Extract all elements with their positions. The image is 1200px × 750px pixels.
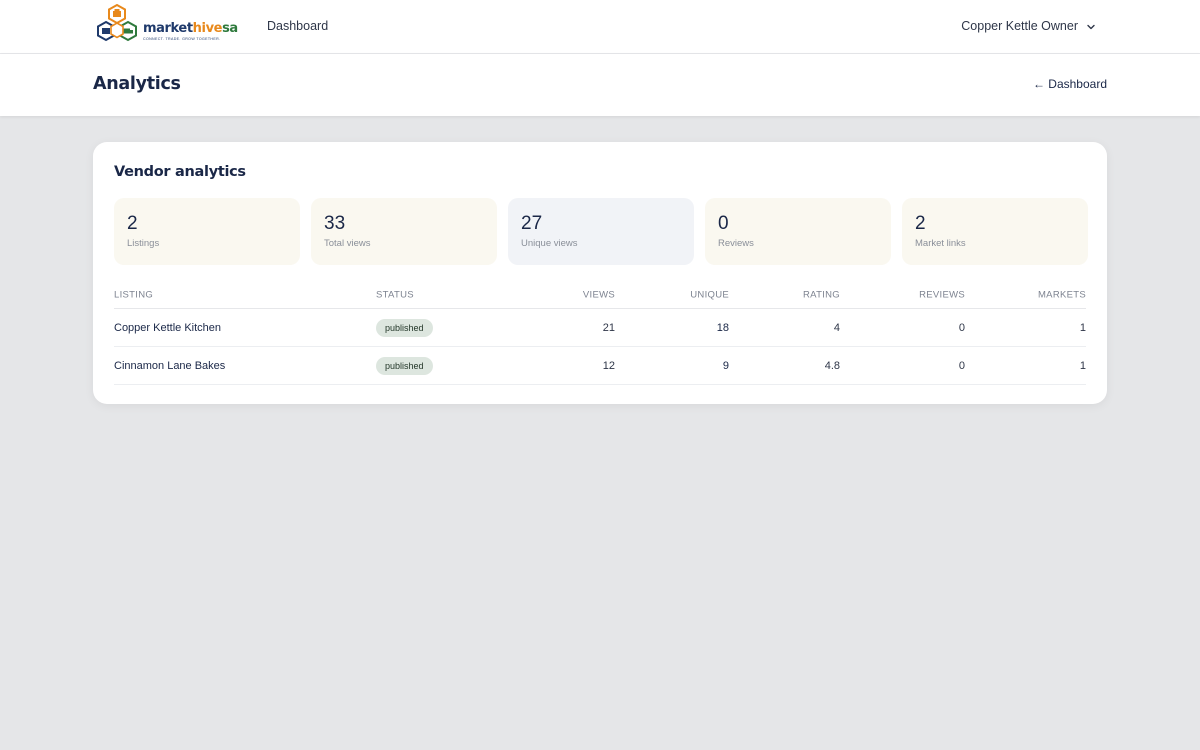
stat-value: 0 bbox=[718, 213, 729, 234]
reviews-cell: 0 bbox=[958, 321, 965, 334]
stat-listings: 2 Listings bbox=[114, 198, 300, 265]
page-header: Analytics ← Dashboard bbox=[0, 54, 1200, 116]
chevron-down-icon bbox=[1086, 21, 1096, 31]
unique-cell: 18 bbox=[716, 321, 729, 334]
brand-logo[interactable]: markethivesa CONNECT. TRADE. GROW TOGETH… bbox=[95, 3, 238, 48]
stat-value: 2 bbox=[915, 213, 926, 234]
stat-unique-views: 27 Unique views bbox=[508, 198, 694, 265]
stat-value: 2 bbox=[127, 213, 138, 234]
nav-dashboard-link[interactable]: Dashboard bbox=[267, 19, 328, 33]
views-cell: 21 bbox=[602, 321, 615, 334]
listing-name: Cinnamon Lane Bakes bbox=[114, 359, 226, 372]
stat-reviews: 0 Reviews bbox=[705, 198, 891, 265]
header-views: VIEWS bbox=[582, 289, 615, 301]
header-reviews: REVIEWS bbox=[919, 289, 965, 301]
brand-tagline: CONNECT. TRADE. GROW TOGETHER. bbox=[143, 37, 221, 41]
brand-word-market: market bbox=[143, 21, 193, 36]
unique-cell: 9 bbox=[722, 359, 729, 372]
views-cell: 12 bbox=[602, 359, 615, 372]
hive-logo-icon bbox=[95, 3, 141, 48]
reviews-cell: 0 bbox=[958, 359, 965, 372]
listings-table: LISTING STATUS VIEWS UNIQUE RATING REVIE… bbox=[114, 282, 1086, 385]
header-status: STATUS bbox=[376, 289, 414, 301]
user-name: Copper Kettle Owner bbox=[961, 19, 1078, 33]
user-menu[interactable]: Copper Kettle Owner bbox=[961, 19, 1096, 33]
table-row: Copper Kettle Kitchen published 21 18 4 … bbox=[114, 309, 1086, 347]
listing-name: Copper Kettle Kitchen bbox=[114, 321, 222, 334]
card-title: Vendor analytics bbox=[114, 164, 246, 180]
stat-market-links: 2 Market links bbox=[902, 198, 1088, 265]
brand-word-hive: hive bbox=[192, 21, 223, 36]
stats-row: 2 Listings 33 Total views 27 Unique view… bbox=[114, 198, 1088, 265]
vendor-analytics-card: Vendor analytics 2 Listings 33 Total vie… bbox=[93, 142, 1107, 404]
brand-wordmark: markethivesa bbox=[143, 22, 238, 36]
stat-label: Listings bbox=[127, 238, 160, 249]
markets-cell: 1 bbox=[1079, 359, 1086, 372]
stat-label: Market links bbox=[915, 238, 966, 249]
header-unique: UNIQUE bbox=[690, 289, 729, 301]
back-to-dashboard-link[interactable]: ← Dashboard bbox=[1033, 77, 1107, 91]
header-listing: LISTING bbox=[114, 289, 154, 301]
markets-cell: 1 bbox=[1079, 321, 1086, 334]
brand-word-sa: sa bbox=[222, 21, 238, 36]
stat-value: 27 bbox=[521, 213, 543, 234]
stat-label: Total views bbox=[324, 238, 371, 249]
rating-cell: 4.8 bbox=[824, 359, 840, 372]
top-navbar: markethivesa CONNECT. TRADE. GROW TOGETH… bbox=[0, 0, 1200, 54]
stat-value: 33 bbox=[324, 213, 346, 234]
table-header: LISTING STATUS VIEWS UNIQUE RATING REVIE… bbox=[114, 282, 1086, 309]
status-badge: published bbox=[376, 318, 433, 337]
page-title: Analytics bbox=[93, 74, 181, 94]
header-markets: MARKETS bbox=[1037, 289, 1086, 301]
header-rating: RATING bbox=[803, 289, 840, 301]
stat-label: Unique views bbox=[521, 238, 578, 249]
status-cell: published bbox=[376, 356, 433, 375]
stat-total-views: 33 Total views bbox=[311, 198, 497, 265]
table-row: Cinnamon Lane Bakes published 12 9 4.8 0… bbox=[114, 347, 1086, 385]
stat-label: Reviews bbox=[718, 238, 754, 249]
status-badge: published bbox=[376, 356, 433, 375]
rating-cell: 4 bbox=[833, 321, 840, 334]
status-cell: published bbox=[376, 318, 433, 337]
